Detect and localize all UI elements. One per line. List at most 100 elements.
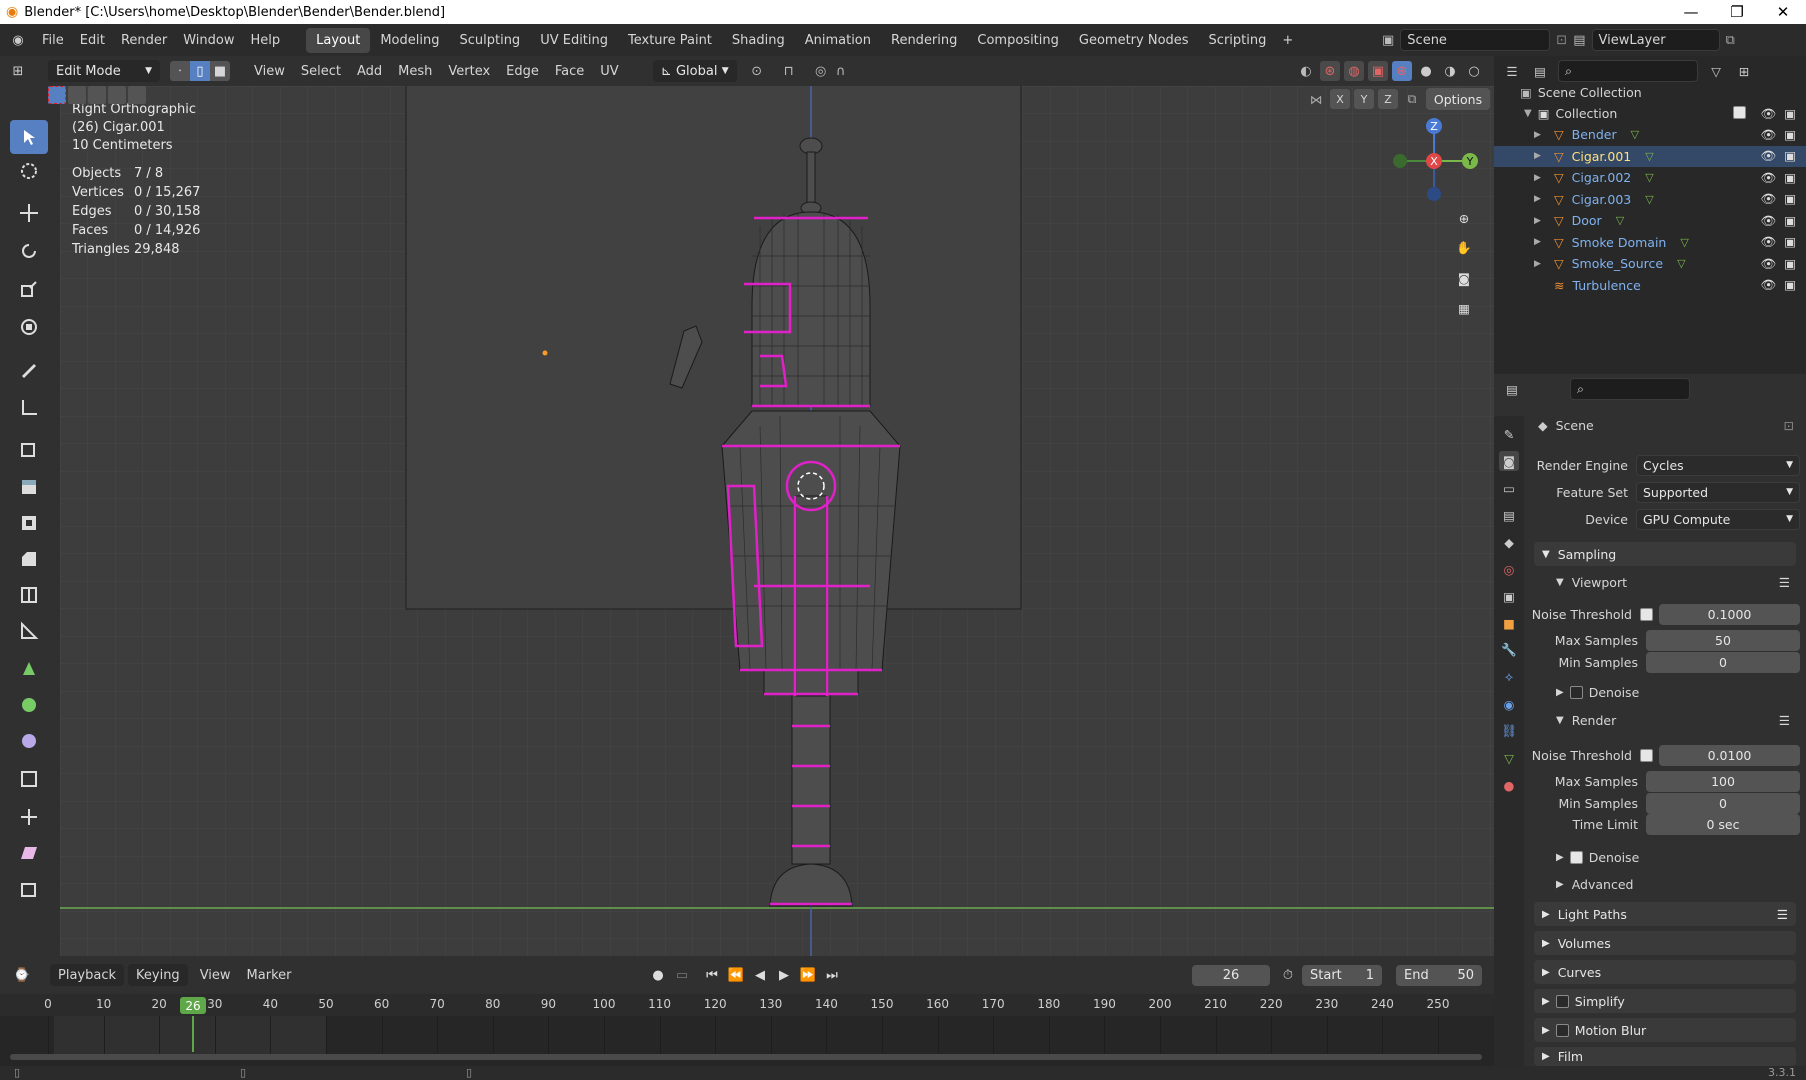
visibility-eye-icon[interactable]: 👁 [1760,106,1776,122]
smooth-tool-icon[interactable] [10,724,48,758]
viewlayer-selector[interactable]: ViewLayer [1591,29,1720,51]
play-icon[interactable]: ▶ [774,965,794,985]
visibility-eye-icon[interactable]: 👁 [1760,256,1776,272]
viewlayer-icon[interactable]: ▤ [1573,33,1585,48]
proportional-edit-icon[interactable]: ◎ [811,61,831,81]
mesh-data-icon[interactable]: ▽ [1680,236,1688,249]
mesh-data-icon[interactable]: ▽ [1645,150,1653,163]
select-invert-icon[interactable] [108,86,126,104]
presets-icon[interactable]: ☰ [1779,575,1790,590]
rotate-tool-icon[interactable] [10,234,48,268]
r-denoise-checkbox[interactable] [1569,851,1583,864]
device-dropdown[interactable]: GPU Compute ▼ [1636,508,1800,530]
render-engine-dropdown[interactable]: Cycles ▼ [1636,454,1800,476]
outliner-item-door[interactable]: ▶ ▽ Door ▽ 👁 ▣ [1494,210,1806,231]
pan-hand-icon[interactable]: ✋ [1454,238,1474,258]
constraints-tab-icon[interactable]: ⛓ [1499,721,1519,741]
face-select-icon[interactable]: ■ [210,61,230,81]
motion-blur-checkbox[interactable] [1555,1023,1569,1037]
new-collection-icon[interactable]: ⊞ [1734,61,1754,81]
orientation-selector[interactable]: ⊾ Global ▼ [652,60,737,82]
blender-menu-icon[interactable]: ◉ [8,30,28,50]
timeline-editor-icon[interactable]: ⌚ [12,965,32,985]
select-box-tool-icon[interactable] [10,120,48,154]
autokey-record-icon[interactable]: ● [648,965,668,985]
outliner-item-bender[interactable]: ▶ ▽ Bender ▽ 👁 ▣ [1494,124,1806,145]
tab-uv-editing[interactable]: UV Editing [530,28,618,53]
material-shading-icon[interactable]: ◑ [1440,61,1460,81]
menu-mesh[interactable]: Mesh [390,64,440,79]
prev-keyframe-icon[interactable]: ⏪ [726,965,746,985]
light-paths-panel[interactable]: ▶ Light Paths ☰ [1534,902,1796,926]
tool-tab-icon[interactable]: ✎ [1499,424,1519,444]
scene-tab-icon[interactable]: ◆ [1499,532,1519,552]
r-denoise-subpanel[interactable]: ▶ Denoise [1556,850,1639,865]
xray-icon[interactable]: ▣ [1368,61,1388,81]
display-mode-icon[interactable]: ▤ [1530,61,1550,81]
outliner-item-turbulence[interactable]: ≋ Turbulence 👁 ▣ [1494,275,1806,296]
visibility-eye-icon[interactable]: 👁 [1760,277,1776,293]
film-panel[interactable]: ▶ Film [1534,1047,1796,1066]
timeline[interactable]: 0 10 20 30 40 50 60 70 80 90 100 110 120 130 140 150 160… [0,994,1494,1066]
menu-marker[interactable]: Marker [239,968,300,983]
axis-y-toggle[interactable]: Y [1354,89,1374,109]
minimize-button[interactable]: — [1668,3,1714,21]
material-tab-icon[interactable]: ● [1499,775,1519,795]
jump-start-icon[interactable]: ⏮ [702,965,722,985]
ortho-toggle-icon[interactable]: ▦ [1454,298,1474,318]
maximize-button[interactable]: ❐ [1714,3,1760,21]
mesh-data-icon[interactable]: ▽ [1645,193,1653,206]
menu-help[interactable]: Help [243,33,289,48]
snap-icon[interactable]: ⊓ [779,61,799,81]
outliner-item-smoke-source[interactable]: ▶ ▽ Smoke_Source ▽ 👁 ▣ [1494,253,1806,274]
add-cube-tool-icon[interactable] [10,432,48,466]
menu-playback[interactable]: Playback [50,964,125,986]
modifier-tab-icon[interactable]: 🔧 [1499,640,1519,660]
advanced-subpanel[interactable]: ▶ Advanced [1556,877,1633,892]
expand-chevron-icon[interactable]: ▶ [1534,216,1548,226]
playhead-frame[interactable]: 26 [180,997,206,1014]
expand-chevron-icon[interactable]: ▶ [1534,173,1548,183]
vp-denoise-checkbox[interactable] [1569,686,1583,699]
mesh-data-icon[interactable]: ▽ [1616,214,1624,227]
vertex-select-icon[interactable]: ⋅ [170,61,190,81]
camera-view-icon[interactable]: ◙ [1454,268,1474,288]
knife-tool-icon[interactable] [10,614,48,648]
pin-icon[interactable]: ⊡ [1556,33,1567,48]
particles-tab-icon[interactable]: ⟡ [1499,667,1519,687]
3d-viewport[interactable]: Right Orthographic (26) Cigar.001 10 Cen… [60,86,1494,956]
gizmo-toggle-icon[interactable]: ⊛ [1320,61,1340,81]
render-camera-icon[interactable]: ▣ [1784,170,1796,186]
next-keyframe-icon[interactable]: ⏩ [798,965,818,985]
expand-chevron-icon[interactable]: ▶ [1534,194,1548,204]
keying-set-icon[interactable]: ▭ [672,965,692,985]
render-camera-icon[interactable]: ▣ [1784,106,1796,122]
menu-view[interactable]: View [246,64,293,79]
presets-icon[interactable]: ☰ [1777,907,1788,922]
tab-texture-paint[interactable]: Texture Paint [618,28,722,53]
data-tab-icon[interactable]: ▽ [1499,748,1519,768]
menu-edge[interactable]: Edge [498,64,547,79]
select-set-icon[interactable] [48,86,66,104]
close-button[interactable]: ✕ [1760,3,1806,21]
pivot-icon[interactable]: ⊙ [747,61,767,81]
render-tab-icon[interactable]: ◙ [1499,451,1519,471]
select-extend-icon[interactable] [68,86,86,104]
visibility-eye-icon[interactable]: 👁 [1760,213,1776,229]
vp-noise-threshold-field[interactable]: 0.1000 [1659,603,1800,625]
outliner-editor-icon[interactable]: ☰ [1502,61,1522,81]
menu-vertex[interactable]: Vertex [440,64,498,79]
presets-icon[interactable]: ☰ [1779,713,1790,728]
menu-timeline-view[interactable]: View [192,968,239,983]
feature-set-dropdown[interactable]: Supported ▼ [1636,481,1800,503]
vp-denoise-subpanel[interactable]: ▶ Denoise [1556,685,1639,700]
outliner-item-cigar-001[interactable]: ▶ ▽ Cigar.001 ▽ 👁 ▣ [1494,145,1806,167]
new-viewlayer-icon[interactable]: ⧉ [1726,33,1735,48]
filter-icon[interactable]: ▽ [1706,61,1726,81]
end-frame-field[interactable]: End 50 [1396,964,1482,986]
current-frame-field[interactable]: 26 [1192,964,1270,986]
properties-editor-icon[interactable]: ▤ [1502,379,1522,399]
visibility-eye-icon[interactable]: 👁 [1760,191,1776,207]
navigation-gizmo[interactable]: Z Y X [1386,116,1482,206]
expand-chevron-icon[interactable]: ▶ [1534,259,1548,269]
